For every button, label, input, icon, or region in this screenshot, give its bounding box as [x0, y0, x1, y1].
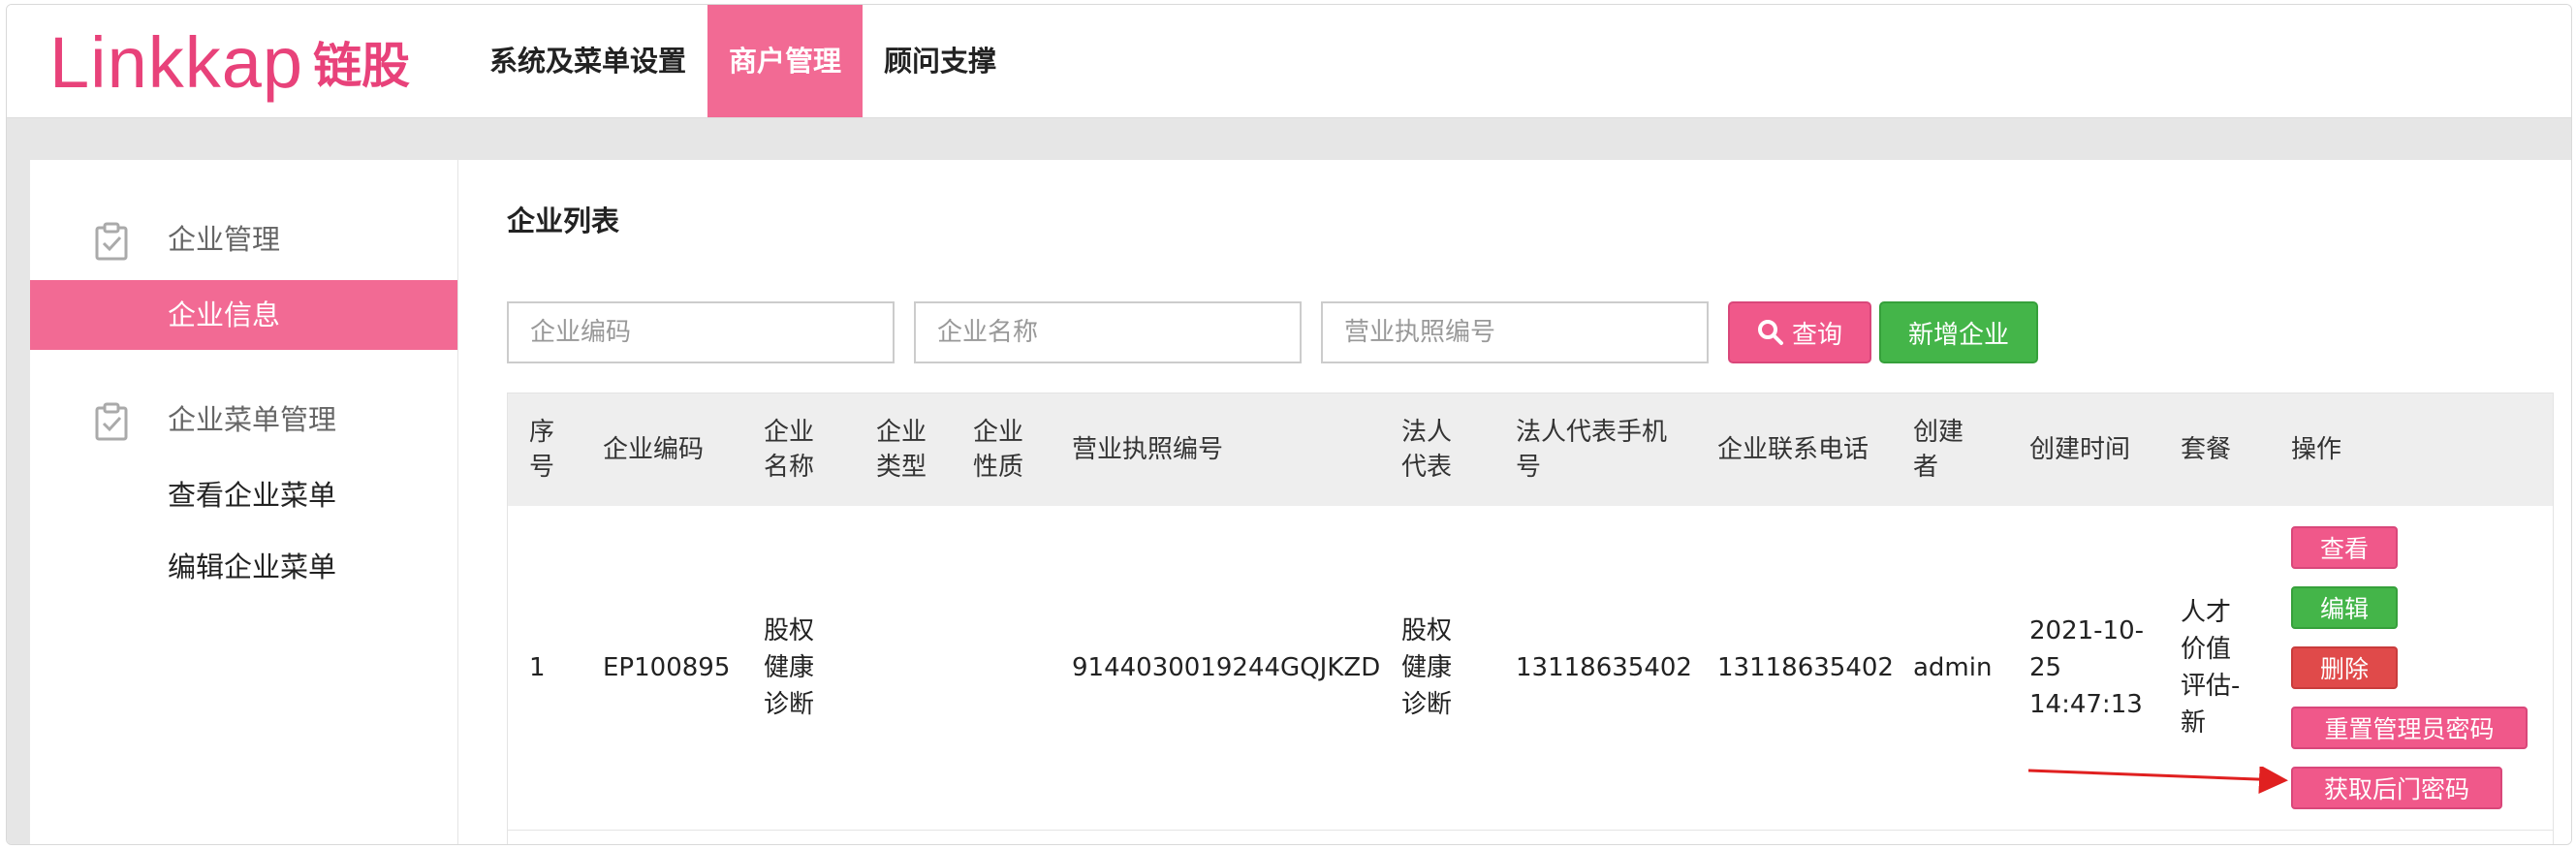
- main-nav: 系统及菜单设置 商户管理 顾问支撑: [468, 5, 1018, 117]
- sidebar-item-edit-enterprise-menu[interactable]: 编辑企业菜单: [30, 532, 457, 602]
- nav-item-merchant-management[interactable]: 商户管理: [707, 5, 864, 117]
- cell-legal: 股权 健康 诊断: [1401, 616, 1453, 719]
- search-button[interactable]: 查询: [1728, 301, 1871, 363]
- th-actions: 操作: [2291, 435, 2342, 464]
- search-icon: [1757, 320, 1783, 345]
- top-bar: Linkkap 链股 系统及菜单设置 商户管理 顾问支撑: [7, 5, 2571, 118]
- th-created-at: 创建时间: [2029, 435, 2131, 464]
- nav-item-system-settings[interactable]: 系统及菜单设置: [468, 5, 707, 117]
- th-type: 企业 类型: [876, 418, 927, 482]
- sidebar-item-label: 企业信息: [168, 299, 281, 331]
- cell-contact-phone: 13118635402: [1717, 653, 1894, 682]
- cell-legal-phone: 13118635402: [1516, 653, 1692, 682]
- view-button[interactable]: 查看: [2291, 526, 2398, 569]
- cell-license: 9144030019244GQJKZD: [1072, 653, 1381, 682]
- sidebar-group-enterprise-menu-management: 企业菜单管理: [30, 391, 457, 449]
- cell-index: 1: [529, 653, 546, 682]
- enterprise-code-input[interactable]: [507, 301, 895, 363]
- add-enterprise-button[interactable]: 新增企业: [1879, 301, 2038, 363]
- th-legal: 法人 代表: [1401, 418, 1453, 482]
- reset-admin-password-button[interactable]: 重置管理员密码: [2291, 707, 2528, 749]
- edit-button[interactable]: 编辑: [2291, 586, 2398, 629]
- th-creator: 创建 者: [1913, 418, 1964, 482]
- search-button-label: 查询: [1791, 320, 1842, 350]
- th-name: 企业 名称: [764, 418, 815, 482]
- enterprise-name-input[interactable]: [914, 301, 1302, 363]
- th-contact-phone: 企业联系电话: [1717, 435, 1869, 464]
- th-index: 序 号: [529, 418, 555, 482]
- cell-name: 股权 健康 诊断: [764, 616, 815, 719]
- sidebar-item-label: 查看企业菜单: [168, 479, 337, 512]
- cell-creator: admin: [1913, 653, 1993, 682]
- clipboard-check-icon: [95, 402, 128, 441]
- nav-item-consultant-support[interactable]: 顾问支撑: [863, 5, 1018, 117]
- th-legal-phone: 法人代表手机 号: [1516, 418, 1668, 482]
- page-title: 企业列表: [507, 204, 620, 237]
- delete-button[interactable]: 删除: [2291, 646, 2398, 689]
- get-backdoor-password-button[interactable]: 获取后门密码: [2291, 767, 2502, 809]
- row-divider: [508, 830, 2553, 831]
- th-nature: 企业 性质: [973, 418, 1024, 482]
- add-enterprise-button-label: 新增企业: [1907, 320, 2009, 350]
- sidebar-item-enterprise-info[interactable]: 企业信息: [30, 280, 457, 350]
- sidebar-group-label: 企业菜单管理: [168, 403, 337, 436]
- logo-latin: Linkkap: [49, 21, 304, 103]
- business-license-input[interactable]: [1321, 301, 1709, 363]
- sidebar-group-label: 企业管理: [168, 223, 281, 256]
- sidebar-item-label: 编辑企业菜单: [168, 550, 337, 583]
- annotation-arrow-icon: [2028, 767, 2288, 795]
- logo-cn: 链股: [313, 38, 411, 94]
- table-header: 序 号 企业编码 企业 名称 企业 类型 企业 性质 营业执照编号 法人 代表 …: [508, 393, 2553, 506]
- sidebar: 企业管理 企业信息 企业菜单管理 查看企业菜单 编辑企业菜单: [30, 160, 458, 844]
- sidebar-group-enterprise-management: 企业管理: [30, 210, 457, 268]
- main-panel: 企业列表 查询 新增企业 序 号 企业编码 企业 名称 企业 类型 企业 性质 …: [458, 160, 2571, 844]
- th-code: 企业编码: [603, 435, 705, 464]
- th-license: 营业执照编号: [1072, 435, 1224, 464]
- sidebar-item-view-enterprise-menu[interactable]: 查看企业菜单: [30, 460, 457, 530]
- app-window: Linkkap 链股 系统及菜单设置 商户管理 顾问支撑 企业管理 企业信息 企…: [6, 4, 2572, 845]
- cell-code: EP100895: [603, 653, 731, 682]
- clipboard-check-icon: [95, 222, 128, 261]
- logo: Linkkap 链股: [49, 18, 410, 106]
- th-package: 套餐: [2181, 435, 2232, 464]
